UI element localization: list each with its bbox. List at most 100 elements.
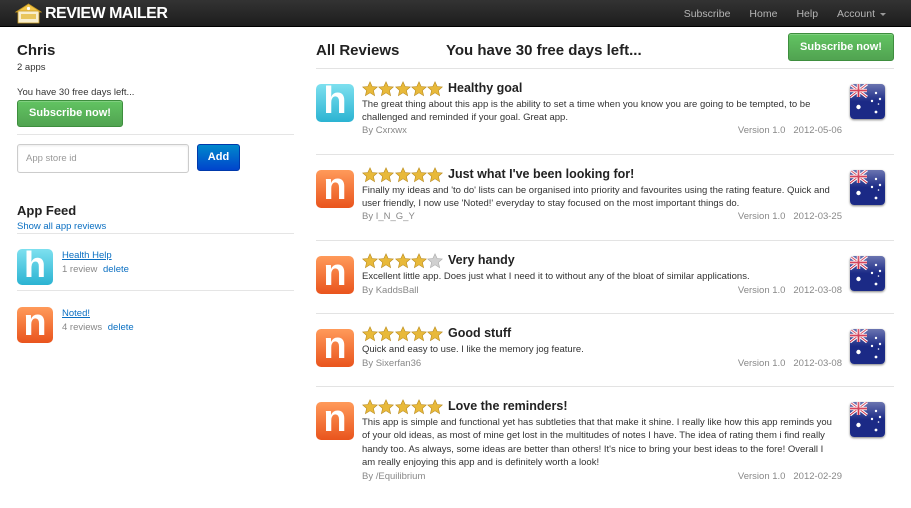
- star-filled-icon: [361, 399, 379, 415]
- review-body: Finally my ideas and 'to do' lists can b…: [362, 185, 830, 210]
- feed-item: n Noted! 4 reviews delete: [17, 307, 294, 347]
- app-store-id-input[interactable]: [17, 144, 189, 173]
- review-author: By KaddsBall: [362, 285, 419, 296]
- review-version-date: Version 1.0 2012-03-08: [738, 285, 842, 296]
- app-feed-heading: App Feed: [17, 203, 77, 218]
- nav-account-dropdown[interactable]: Account: [837, 8, 886, 20]
- review-author: By Sixerfan36: [362, 358, 422, 369]
- health-help-app-icon[interactable]: h: [316, 84, 354, 122]
- health-help-app-icon[interactable]: h: [17, 249, 53, 285]
- review-version: Version 1.0: [737, 285, 786, 296]
- review-body: This app is simple and functional yet ha…: [362, 417, 832, 468]
- review-body: Excellent little app. Does just what I n…: [362, 271, 750, 282]
- review-title: Healthy goal: [448, 81, 523, 95]
- top-navbar: REVIEW MAILER Subscribe Home Help Accoun…: [0, 0, 911, 27]
- review-item: n Very handy Excellent little app. Does ju…: [316, 253, 894, 300]
- star-rating: [361, 253, 444, 269]
- caret-down-icon: [880, 12, 886, 16]
- review-count: 1 review: [62, 264, 98, 275]
- star-filled-icon: [378, 167, 395, 183]
- star-rating: [361, 167, 444, 183]
- nav-subscribe[interactable]: Subscribe: [684, 8, 731, 20]
- add-app-button[interactable]: Add: [197, 144, 240, 171]
- review-title: Very handy: [448, 253, 515, 267]
- divider: [316, 154, 894, 155]
- star-filled-icon: [394, 253, 411, 269]
- feed-app-meta: 1 review delete: [62, 264, 129, 275]
- mailbox-logo-icon: [14, 3, 43, 24]
- review-version: Version 1.0: [737, 211, 786, 222]
- divider: [17, 290, 294, 291]
- review-item: n Love the reminders! This app is simple a…: [316, 399, 894, 486]
- review-body: Quick and easy to use. I like the memory…: [362, 344, 584, 355]
- nav-home[interactable]: Home: [749, 8, 777, 20]
- feed-app-meta: 4 reviews delete: [62, 322, 134, 333]
- brand-name: REVIEW MAILER: [45, 4, 168, 22]
- star-filled-icon: [378, 81, 395, 97]
- star-filled-icon: [394, 326, 411, 342]
- noted-app-icon[interactable]: n: [17, 307, 53, 343]
- sidebar-subscribe-button[interactable]: Subscribe now!: [17, 100, 123, 127]
- star-rating: [361, 399, 444, 415]
- review-date: 2012-03-08: [793, 358, 842, 369]
- divider: [316, 68, 894, 69]
- nav-links: Subscribe Home Help Account: [665, 0, 886, 27]
- australia-flag-icon: [850, 256, 885, 291]
- review-body: The great thing about this app is the ab…: [362, 99, 811, 124]
- show-all-reviews-link[interactable]: Show all app reviews: [17, 221, 106, 232]
- noted-app-icon[interactable]: n: [316, 402, 354, 440]
- noted-app-icon[interactable]: n: [316, 256, 354, 294]
- review-version-date: Version 1.0 2012-05-06: [738, 125, 842, 136]
- review-item: n Good stuff Quick and easy to use. I like…: [316, 326, 894, 373]
- delete-app-link[interactable]: delete: [103, 264, 129, 275]
- divider: [316, 313, 894, 314]
- divider: [316, 240, 894, 241]
- star-filled-icon: [427, 81, 444, 97]
- feed-app-name[interactable]: Noted!: [62, 308, 90, 319]
- star-rating: [361, 81, 444, 97]
- star-filled-icon: [378, 399, 395, 415]
- review-author: By /Equilibrium: [362, 471, 426, 482]
- star-rating: [361, 326, 444, 342]
- australia-flag-icon: [850, 329, 885, 364]
- review-version-date: Version 1.0 2012-03-08: [738, 358, 842, 369]
- nav-account-label: Account: [837, 7, 875, 20]
- star-filled-icon: [361, 326, 379, 342]
- divider: [17, 233, 294, 234]
- feed-app-name[interactable]: Health Help: [62, 250, 112, 261]
- star-filled-icon: [394, 399, 411, 415]
- review-version-date: Version 1.0 2012-02-29: [738, 471, 842, 482]
- free-days-banner: You have 30 free days left...: [446, 42, 642, 59]
- brand-logo[interactable]: REVIEW MAILER: [14, 3, 168, 24]
- star-filled-icon: [410, 81, 427, 97]
- noted-app-icon[interactable]: n: [316, 329, 354, 367]
- star-filled-icon: [410, 399, 427, 415]
- subscribe-button[interactable]: Subscribe now!: [788, 33, 894, 61]
- free-days-notice: You have 30 free days left...: [17, 87, 135, 98]
- australia-flag-icon: [850, 84, 885, 119]
- review-date: 2012-05-06: [793, 125, 842, 136]
- delete-app-link[interactable]: delete: [108, 322, 134, 333]
- feed-item: h Health Help 1 review delete: [17, 249, 294, 289]
- nav-help[interactable]: Help: [796, 8, 818, 20]
- review-author: By I_N_G_Y: [362, 211, 415, 222]
- star-filled-icon: [410, 253, 427, 269]
- review-item: n Just what I've been looking for! Finally…: [316, 167, 894, 228]
- noted-app-icon[interactable]: n: [316, 170, 354, 208]
- apps-count: 2 apps: [17, 62, 46, 73]
- review-version: Version 1.0: [737, 358, 786, 369]
- divider: [17, 134, 294, 135]
- star-filled-icon: [361, 167, 379, 183]
- divider: [316, 386, 894, 387]
- page-title: All Reviews: [316, 42, 400, 59]
- star-filled-icon: [394, 81, 411, 97]
- review-version: Version 1.0: [737, 471, 786, 482]
- review-version-date: Version 1.0 2012-03-25: [738, 211, 842, 222]
- user-name: Chris: [17, 42, 56, 59]
- review-title: Love the reminders!: [448, 399, 568, 413]
- star-filled-icon: [427, 399, 444, 415]
- star-filled-icon: [410, 326, 427, 342]
- review-title: Good stuff: [448, 326, 512, 340]
- star-filled-icon: [394, 167, 411, 183]
- star-filled-icon: [361, 81, 379, 97]
